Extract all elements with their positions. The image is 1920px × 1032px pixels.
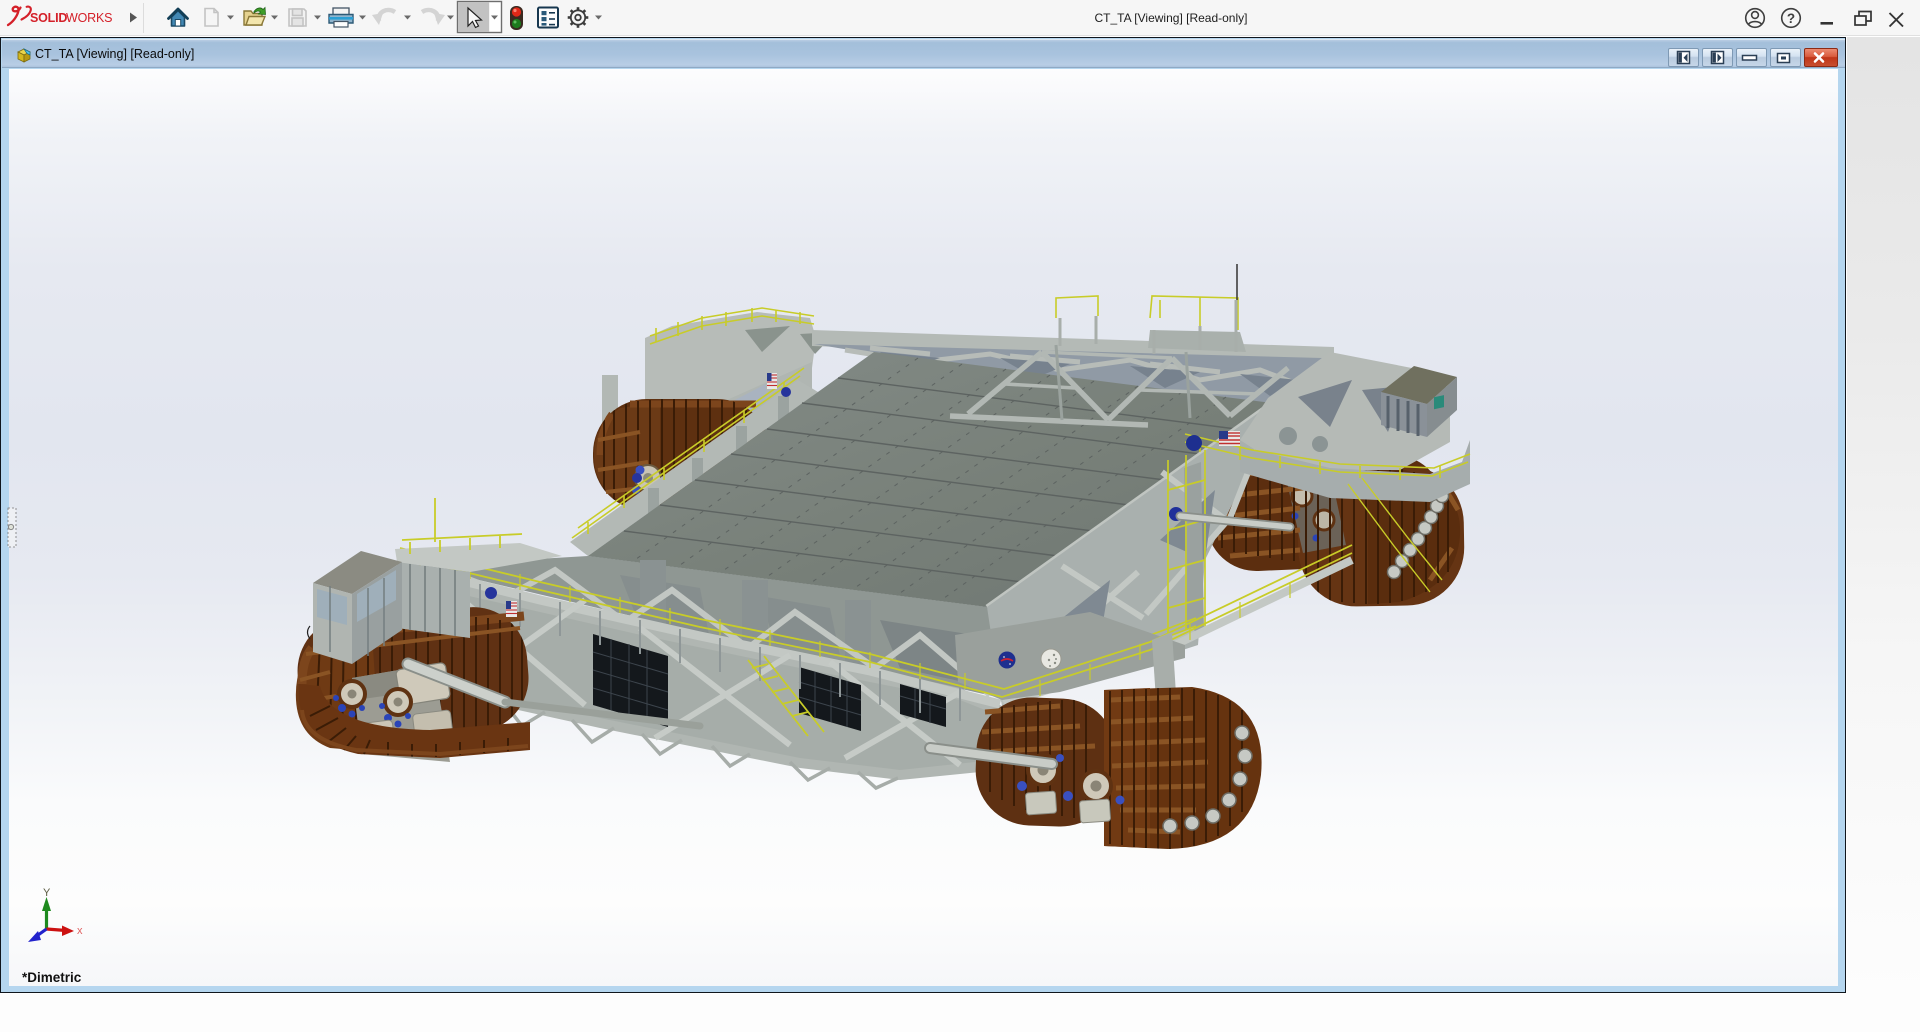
svg-text:WORKS: WORKS <box>66 11 112 25</box>
svg-text:SOLID: SOLID <box>30 11 67 25</box>
svg-text:?: ? <box>1787 11 1795 26</box>
